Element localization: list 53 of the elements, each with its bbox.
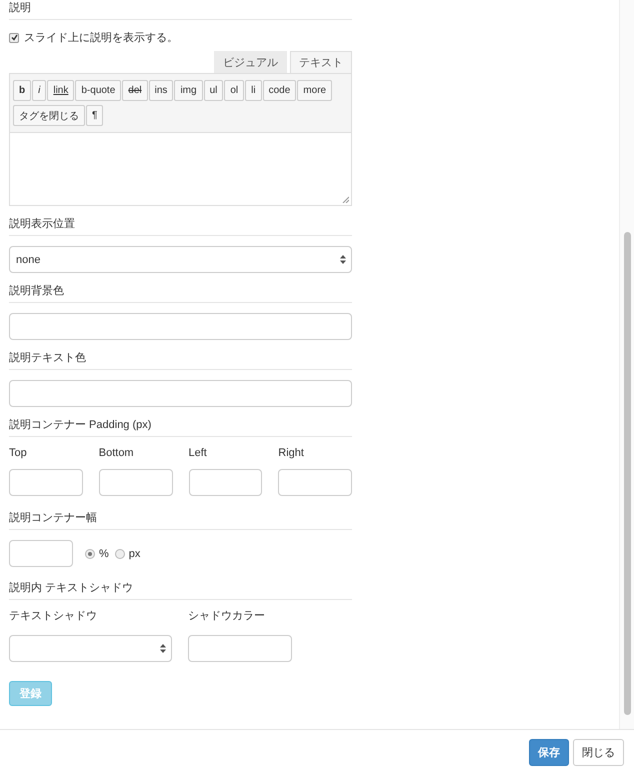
input-field[interactable] [9,313,352,340]
input-field[interactable] [278,469,352,496]
toolbar-button[interactable]: b-quote [75,80,122,101]
section-heading: 説明テキスト色 [9,352,352,370]
footer-button[interactable]: 保存 [529,738,569,766]
input-field[interactable] [9,540,73,567]
resize-grip-icon [342,196,349,203]
field-label: Bottom [98,447,135,460]
field-label: Right [278,447,305,460]
field-label: シャドウカラー [188,610,266,623]
toolbar-button[interactable]: b [13,80,32,101]
section-heading: 説明コンテナー Padding (px) [9,419,352,437]
field-label: テキストシャドウ [9,610,98,623]
radio-button[interactable] [85,548,95,558]
toolbar-button[interactable]: タグを閉じる [13,105,85,126]
toolbar-button[interactable]: i [32,80,46,101]
select-arrows-icon [160,644,166,653]
toolbar-button[interactable]: link [47,80,74,101]
checkbox-label: スライド上に説明を表示する。 [24,31,178,45]
section-heading: 説明コンテナー幅 [9,512,352,530]
input-field[interactable] [9,380,352,407]
toolbar-button[interactable]: code [262,80,296,101]
field-label: Left [188,447,208,460]
select-arrows-icon [340,255,346,264]
section-heading: 説明 [9,2,352,20]
checkbox[interactable] [9,32,19,42]
select-field[interactable] [9,635,172,662]
scrollbar[interactable] [619,0,634,729]
radio-label: px [128,548,140,560]
input-field[interactable] [98,469,172,496]
select-field[interactable]: none [9,246,352,273]
input-field[interactable] [188,469,262,496]
field-label: Top [9,447,28,460]
toolbar-button[interactable]: ins [148,80,174,101]
section-heading: 説明背景色 [9,285,352,303]
section-heading: 説明表示位置 [9,218,352,236]
toolbar-button[interactable]: ol [224,80,244,101]
input-field[interactable] [9,469,83,496]
toolbar-button[interactable]: ¶ [86,105,104,126]
toolbar-button[interactable]: more [297,80,332,101]
footer-button[interactable]: 閉じる [573,738,624,766]
editor-tab[interactable]: ビジュアル [214,51,287,73]
section-heading: 説明内 テキストシャドウ [9,582,352,600]
input-field[interactable] [188,635,292,662]
toolbar-button[interactable]: li [245,80,262,101]
select-value: none [16,254,40,266]
toolbar-button[interactable]: del [122,80,148,101]
editor-tab[interactable]: テキスト [290,51,352,73]
radio-button[interactable] [114,548,125,558]
scrollbar-thumb[interactable] [624,232,631,715]
toolbar-button[interactable]: img [174,80,203,101]
radio-label: % [99,548,109,560]
toolbar-button[interactable]: ul [204,80,224,101]
